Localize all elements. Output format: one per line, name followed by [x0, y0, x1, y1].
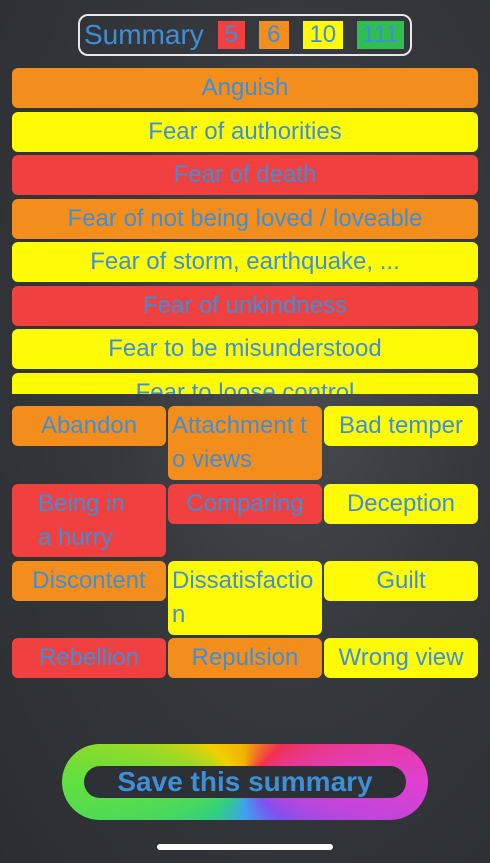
- red-count-badge: 5: [217, 21, 245, 49]
- green-count-badge: 111: [356, 21, 404, 49]
- save-summary-button[interactable]: Save this summary: [62, 744, 428, 820]
- save-summary-label: Save this summary: [84, 766, 406, 798]
- grid-item-repulsion[interactable]: Repulsion: [168, 638, 322, 678]
- grid-item-wrong-view[interactable]: Wrong view: [324, 638, 478, 678]
- grid-item-discontent[interactable]: Discontent: [12, 561, 166, 601]
- grid-item-attachment-to-views[interactable]: Attachment to views: [168, 406, 322, 480]
- feelings-list[interactable]: Anguish Fear of authorities Fear of deat…: [12, 68, 478, 394]
- list-item[interactable]: Fear of unkindness: [12, 285, 478, 326]
- home-indicator[interactable]: [157, 844, 333, 850]
- grid-item-abandon[interactable]: Abandon: [12, 406, 166, 446]
- list-item[interactable]: Fear to be misunderstood: [12, 329, 478, 369]
- orange-count-badge: 6: [258, 21, 289, 49]
- grid-item-dissatisfaction[interactable]: Dissatisfaction: [168, 561, 322, 635]
- grid-item-guilt[interactable]: Guilt: [324, 561, 478, 601]
- grid-item-bad-temper[interactable]: Bad temper: [324, 406, 478, 446]
- list-item[interactable]: Fear to loose control: [12, 372, 478, 394]
- summary-header: Summary 5 6 10 111: [78, 14, 412, 56]
- list-item[interactable]: Fear of authorities: [12, 111, 478, 152]
- summary-title: Summary: [84, 19, 204, 50]
- yellow-count-badge: 10: [302, 21, 343, 49]
- list-item[interactable]: Fear of not being loved / loveable: [12, 198, 478, 239]
- grid-item-deception[interactable]: Deception: [324, 484, 478, 524]
- list-item[interactable]: Anguish: [12, 68, 478, 108]
- grid-item-being-in-a-hurry[interactable]: Being in a hurry: [12, 484, 166, 557]
- list-item[interactable]: Fear of storm, earthquake, ...: [12, 242, 478, 282]
- grid-item-comparing[interactable]: Comparing: [168, 484, 322, 524]
- list-item[interactable]: Fear of death: [12, 155, 478, 195]
- grid-item-rebellion[interactable]: Rebellion: [12, 638, 166, 678]
